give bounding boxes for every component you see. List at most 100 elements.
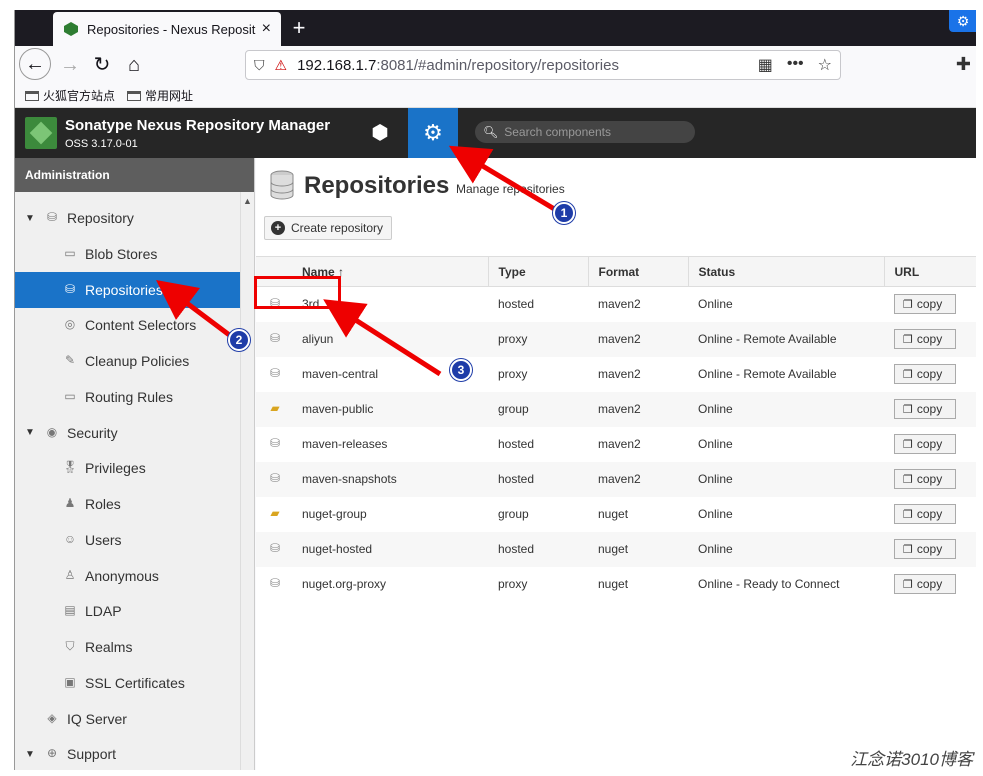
- sidebar-item-support[interactable]: ▼ ⊕ Support: [15, 736, 241, 770]
- sidebar-item-security[interactable]: ▼ ◉ Security: [15, 415, 241, 451]
- repo-url-cell: ❐ copy: [884, 427, 976, 462]
- bookmark-star-icon[interactable]: ☆: [818, 55, 832, 75]
- nexus-header: Sonatype Nexus Repository Manager OSS 3.…: [15, 108, 976, 158]
- copy-url-button[interactable]: ❐ copy: [894, 469, 956, 489]
- table-row[interactable]: ⛁ maven-central proxy maven2 Online - Remote…: [256, 357, 976, 392]
- bookmark-item[interactable]: 火狐官方站点: [25, 87, 115, 104]
- sidebar-item-ssl-certificates[interactable]: ▣ SSL Certificates: [15, 665, 241, 701]
- scroll-up-icon[interactable]: ▲: [241, 196, 254, 206]
- expand-toggle-icon[interactable]: ▼: [25, 213, 43, 224]
- forward-button[interactable]: →: [55, 50, 85, 80]
- table-row[interactable]: ⛁ nuget.org-proxy proxy nuget Online - Ready…: [256, 567, 976, 602]
- sidebar-item-label: IQ Server: [67, 710, 127, 727]
- column-header-format[interactable]: Format: [588, 256, 689, 287]
- sidebar-item-repositories[interactable]: ⛁ Repositories: [15, 271, 241, 308]
- table-row[interactable]: ▰ nuget-group group nuget Online ❐ copy: [256, 497, 976, 532]
- repo-name-cell: nuget.org-proxy: [302, 577, 387, 591]
- repo-status-cell: Online - Remote Available: [698, 367, 837, 381]
- database-icon: ⛁: [269, 436, 281, 450]
- sidebar-item-privileges[interactable]: 🎖︎ Privileges: [15, 450, 241, 486]
- sidebar-scrollbar[interactable]: ▲: [240, 192, 254, 770]
- table-row[interactable]: ⛁ maven-releases hosted maven2 Online ❐ copy: [256, 427, 976, 462]
- nexus-logo-icon[interactable]: [25, 117, 57, 149]
- sidebar-item-cleanup-policies[interactable]: ✎ Cleanup Policies: [15, 343, 241, 379]
- repo-format-cell: maven2: [598, 437, 641, 451]
- qr-code-icon[interactable]: ▦: [758, 55, 773, 75]
- address-bar[interactable]: ⛉ ⚠ 192.168.1.7:8081/#admin/repository/r…: [245, 50, 841, 80]
- sidebar-item-label: Content Selectors: [85, 317, 197, 334]
- proxy-icon: ⛁: [269, 576, 281, 590]
- copy-url-button[interactable]: ❐ copy: [894, 539, 956, 559]
- sidebar-item-roles[interactable]: ♟ Roles: [15, 486, 241, 522]
- copy-url-button[interactable]: ❐ copy: [894, 294, 956, 315]
- sidebar-item-routing-rules[interactable]: ▭ Routing Rules: [15, 379, 241, 415]
- repo-url-cell: ❐ copy: [884, 357, 976, 392]
- lifebuoy-icon: ⊕: [46, 746, 58, 761]
- sidebar-item-content-selectors[interactable]: ◎ Content Selectors: [15, 307, 241, 343]
- content-selector-icon: ◎: [64, 317, 76, 332]
- table-row[interactable]: ▰ maven-public group maven2 Online ❐ copy: [256, 391, 976, 427]
- hdd-icon: ▭: [64, 245, 76, 260]
- copy-label: copy: [916, 367, 943, 381]
- create-repository-button[interactable]: + Create repository: [264, 216, 393, 240]
- new-tab-button[interactable]: +: [285, 14, 313, 42]
- sidebar-item-label: Realms: [85, 639, 133, 655]
- copy-url-button[interactable]: ❐ copy: [894, 329, 956, 349]
- expand-toggle-icon[interactable]: ▼: [25, 749, 43, 760]
- copy-label: copy: [916, 332, 943, 346]
- repo-name-cell: nuget-group: [302, 507, 367, 521]
- extensions-puzzle-icon[interactable]: ✚: [956, 54, 971, 75]
- column-header-name[interactable]: Name ↑: [292, 256, 489, 287]
- tab-close-icon[interactable]: ×: [262, 20, 271, 38]
- repo-type-cell: hosted: [498, 297, 535, 312]
- repo-format-cell: maven2: [588, 391, 688, 427]
- column-header-url[interactable]: URL: [884, 256, 976, 287]
- clipboard-icon: ❐: [903, 508, 913, 521]
- copy-url-button[interactable]: ❐ copy: [894, 504, 956, 524]
- column-header-type[interactable]: Type: [488, 256, 589, 287]
- sidebar-item-label: Repositories: [85, 281, 163, 298]
- extension-icon[interactable]: ⚙: [949, 10, 976, 32]
- sidebar-item-users[interactable]: ☺ Users: [15, 522, 241, 558]
- column-header-status[interactable]: Status: [688, 256, 885, 287]
- table-row[interactable]: ⛁ maven-snapshots hosted maven2 Online ❐ copy: [256, 461, 976, 497]
- sidebar-item-realms[interactable]: ⛉ Realms: [15, 629, 241, 665]
- table-row[interactable]: ⛁ 3rd hosted maven2 Online ❐ copy: [256, 287, 976, 322]
- copy-label: copy: [916, 402, 943, 416]
- expand-toggle-icon[interactable]: ▼: [25, 427, 43, 438]
- sidebar-item-iq-server[interactable]: ◈ IQ Server: [15, 701, 241, 737]
- clipboard-icon: ❐: [903, 403, 913, 416]
- shield-icon: ⛉: [65, 639, 75, 653]
- user-icon: ♙: [64, 567, 76, 582]
- browser-tab[interactable]: Repositories - Nexus Reposit ×: [53, 12, 281, 46]
- url-path: :8081/#admin/repository/repositories: [376, 56, 619, 74]
- bookmark-label: 常用网址: [145, 89, 194, 103]
- reload-button[interactable]: ↻: [87, 50, 117, 80]
- admin-gear-icon[interactable]: ⚙: [408, 108, 458, 158]
- copy-url-button[interactable]: ❐ copy: [894, 574, 956, 594]
- sidebar-item-blob-stores[interactable]: ▭ Blob Stores: [15, 236, 241, 272]
- shield-icon[interactable]: ⛉: [254, 57, 265, 74]
- sidebar-item-repository[interactable]: ▼ ⛁ Repository: [15, 200, 241, 236]
- more-actions-icon[interactable]: •••: [787, 55, 804, 75]
- browse-cube-icon[interactable]: ⬢: [355, 108, 405, 158]
- repo-url-cell: ❐ copy: [884, 287, 976, 322]
- copy-url-button[interactable]: ❐ copy: [894, 364, 956, 384]
- insecure-lock-icon[interactable]: ⚠: [275, 57, 288, 74]
- repo-status-cell: Online: [688, 461, 884, 497]
- table-row[interactable]: ⛁ aliyun proxy maven2 Online - Remote Availa…: [256, 321, 976, 357]
- copy-url-button[interactable]: ❐ copy: [894, 434, 956, 454]
- page-title: Repositories: [304, 172, 450, 199]
- sidebar-item-anonymous[interactable]: ♙ Anonymous: [15, 558, 241, 594]
- table-row[interactable]: ⛁ nuget-hosted hosted nuget Online ❐ copy: [256, 531, 976, 567]
- sidebar-item-ldap[interactable]: ▤ LDAP: [15, 593, 241, 629]
- copy-url-button[interactable]: ❐ copy: [894, 399, 956, 419]
- copy-label: copy: [916, 542, 943, 556]
- home-button[interactable]: ⌂: [119, 50, 149, 80]
- proxy-icon: ⛁: [269, 331, 281, 345]
- back-button[interactable]: ←: [19, 48, 51, 80]
- app-title: Sonatype Nexus Repository Manager: [65, 117, 331, 134]
- iq-icon: ◈: [47, 710, 57, 725]
- bookmark-item[interactable]: 常用网址: [127, 87, 193, 104]
- search-components-input[interactable]: 🔍︎ Search components: [475, 121, 695, 143]
